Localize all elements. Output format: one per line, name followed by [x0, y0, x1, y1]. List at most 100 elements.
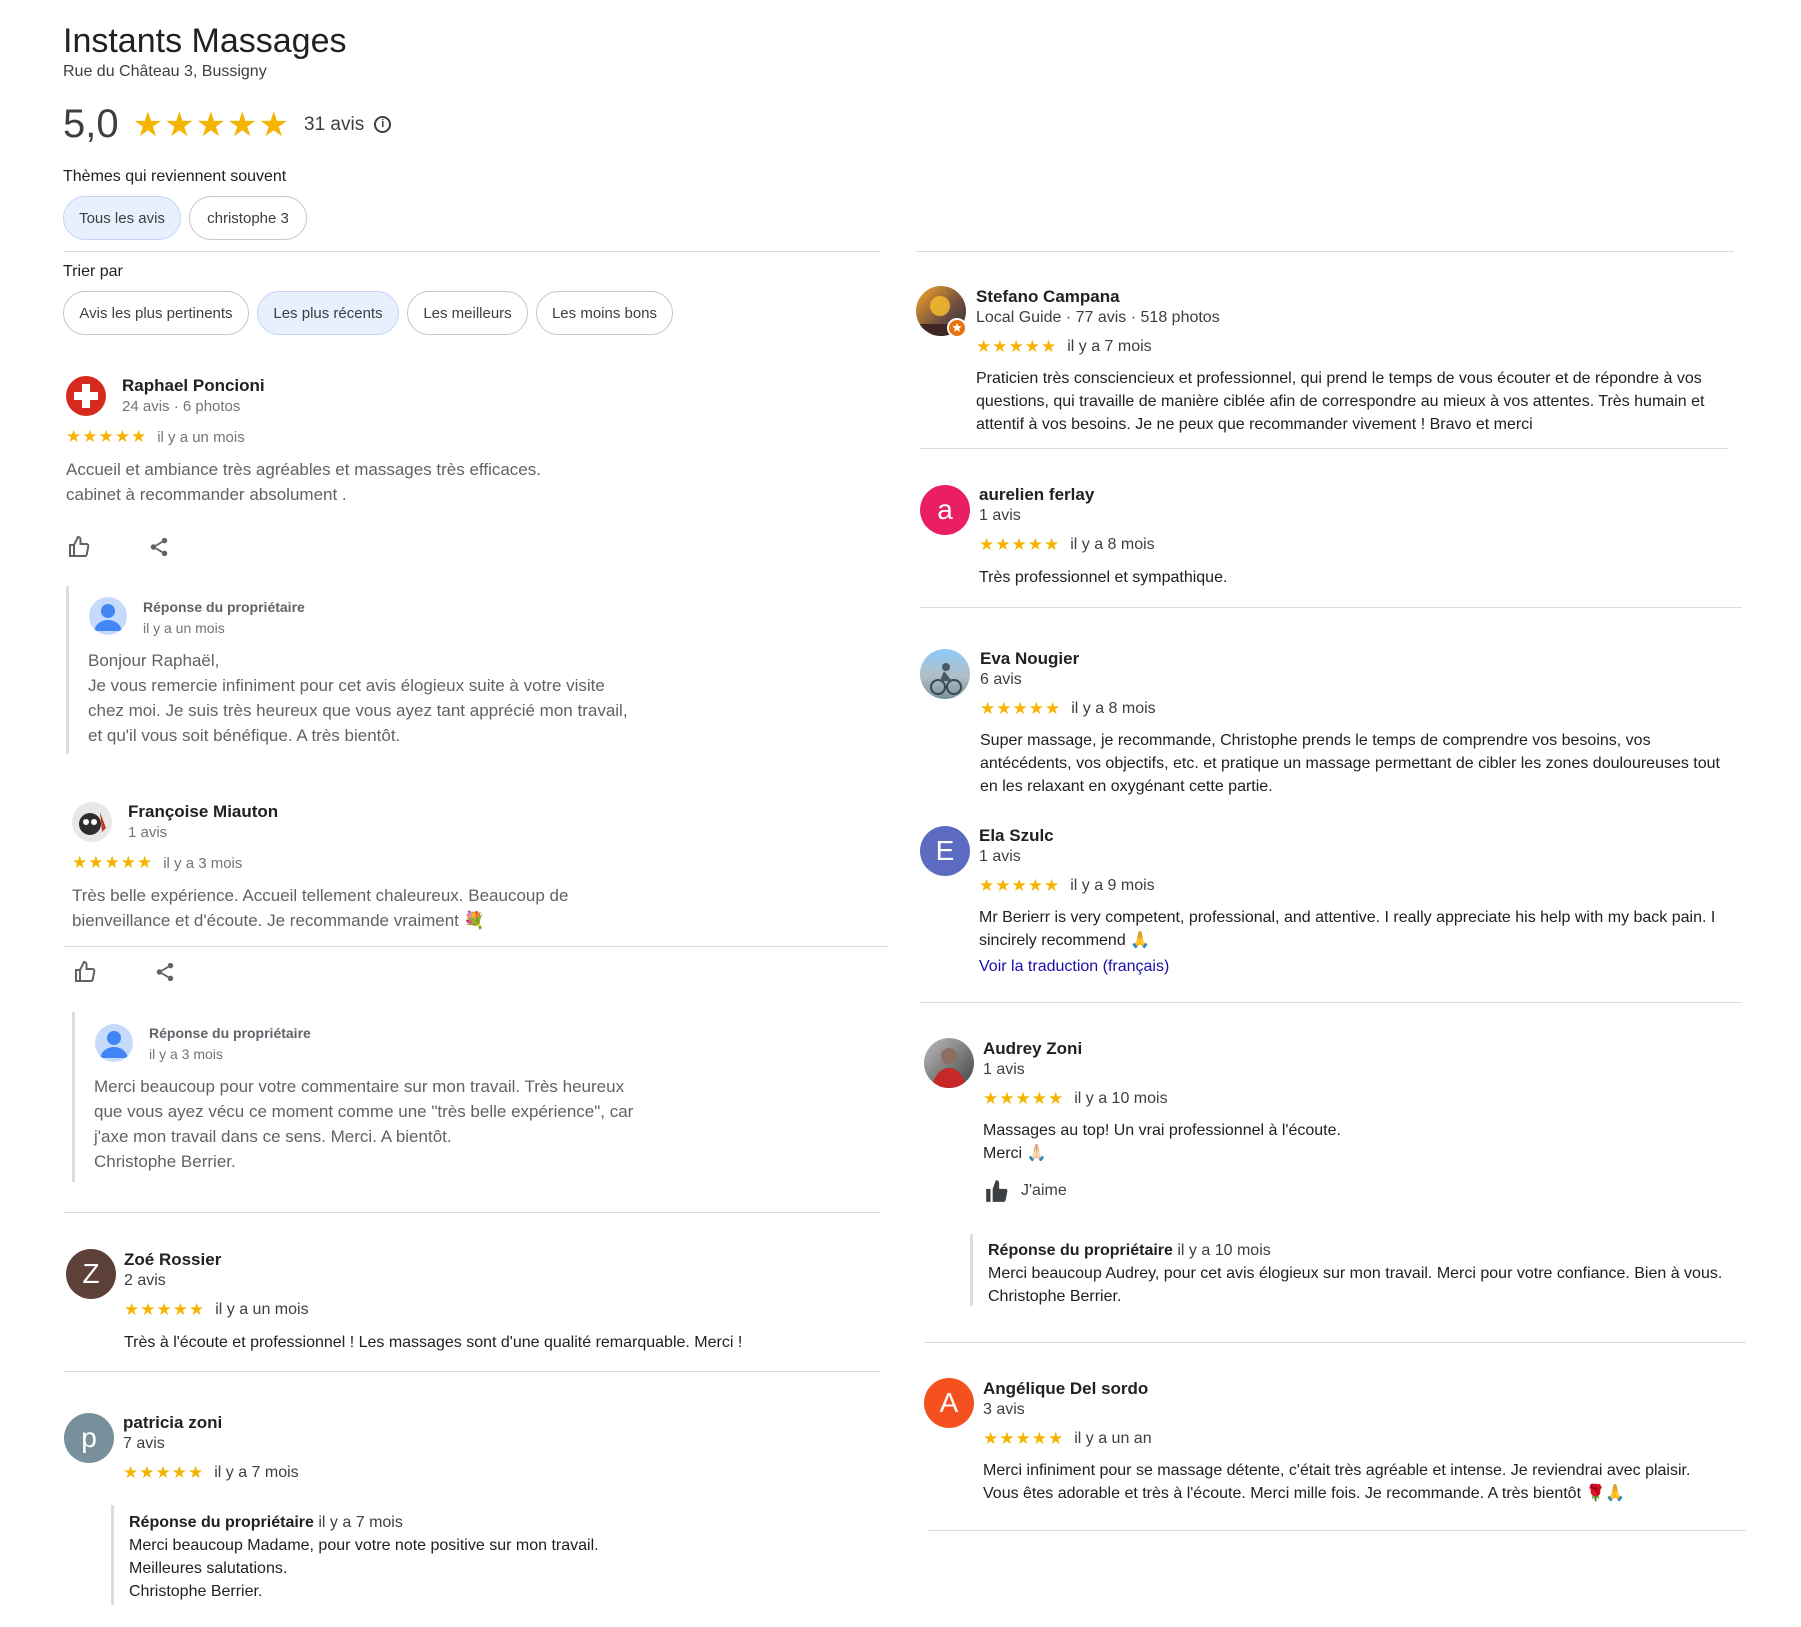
reviewer-name[interactable]: Eva Nougier — [980, 649, 1079, 669]
reviewer-name[interactable]: Stefano Campana — [976, 287, 1120, 307]
share-icon[interactable] — [152, 959, 178, 985]
review-date: il y a un an — [1074, 1430, 1152, 1447]
review-date: il y a 3 mois — [163, 854, 243, 872]
divider — [920, 607, 1742, 608]
reply-bar — [72, 1012, 75, 1182]
reply-text-line: et qu'il vous soit bénéfique. A très bie… — [88, 726, 401, 745]
review-date: il y a 8 mois — [1070, 536, 1155, 553]
owner-avatar — [95, 1024, 133, 1062]
reviewer-name[interactable]: Zoé Rossier — [124, 1250, 221, 1270]
review-rating: ★★★★★ il y a un mois — [124, 1300, 309, 1320]
divider — [63, 1212, 881, 1213]
reply-header: Réponse du propriétaire il y a 7 mois — [129, 1511, 599, 1534]
review-text: Accueil et ambiance très agréables et ma… — [66, 457, 541, 507]
reply-text: Merci beaucoup pour votre commentaire su… — [94, 1074, 633, 1174]
initial-avatar[interactable]: a — [920, 485, 970, 535]
review-text: Massages au top! Un vrai professionnel à… — [983, 1119, 1341, 1165]
review-text-line: bienveillance et d'écoute. Je recommande… — [72, 911, 485, 930]
review-stars: ★★★★★ — [976, 337, 1058, 356]
divider — [928, 1530, 1746, 1531]
reviewer-name[interactable]: aurelien ferlay — [979, 485, 1094, 505]
sort-best[interactable]: Les meilleurs — [407, 291, 528, 335]
share-icon[interactable] — [146, 534, 172, 560]
reviewer-name[interactable]: Raphael Poncioni — [122, 376, 265, 396]
chip-all-reviews[interactable]: Tous les avis — [63, 196, 181, 240]
translate-link[interactable]: Voir la traduction (français) — [979, 958, 1169, 976]
review-stars: ★★★★★ — [124, 1300, 206, 1319]
reviewer-meta: 2 avis — [124, 1272, 166, 1289]
thumbs-up-icon[interactable] — [72, 959, 98, 985]
sort-recent[interactable]: Les plus récents — [257, 291, 399, 335]
review-date: il y a 10 mois — [1074, 1090, 1168, 1107]
review-date: il y a 7 mois — [214, 1464, 299, 1481]
initial-avatar[interactable]: Z — [66, 1249, 116, 1299]
review-text-line: attentif à vos besoins. Je ne peux que r… — [976, 416, 1533, 433]
review-date: il y a 8 mois — [1071, 700, 1156, 717]
review-rating: ★★★★★ il y a 8 mois — [979, 535, 1155, 555]
reviewer-name[interactable]: Angélique Del sordo — [983, 1379, 1148, 1399]
reply-date: il y a 3 mois — [149, 1046, 223, 1062]
review-text-line: Accueil et ambiance très agréables et ma… — [66, 460, 541, 479]
reply-title: Réponse du propriétaire — [129, 1514, 314, 1531]
photo-avatar[interactable] — [924, 1038, 974, 1088]
reviewer-name[interactable]: Audrey Zoni — [983, 1039, 1082, 1059]
divider — [916, 251, 1734, 252]
info-icon[interactable]: i — [374, 116, 392, 133]
review-text-line: Merci 🙏🏻 — [983, 1145, 1047, 1162]
review-stars: ★★★★★ — [983, 1089, 1065, 1108]
review-text-line: Très à l'écoute et professionnel ! Les m… — [124, 1334, 743, 1351]
initial-avatar[interactable]: A — [924, 1378, 974, 1428]
review-date: il y a 7 mois — [1067, 338, 1152, 355]
reviewer-meta: 7 avis — [123, 1435, 165, 1452]
reply-date: il y a 7 mois — [318, 1514, 403, 1531]
divider — [920, 1002, 1742, 1003]
review-text-line: Merci infiniment pour se massage détente… — [983, 1462, 1691, 1479]
like-button[interactable]: J'aime — [983, 1178, 1067, 1204]
review-text-line: Praticien très consciencieux et professi… — [976, 370, 1702, 387]
review-rating: ★★★★★ il y a un an — [983, 1429, 1152, 1449]
reply-text-line: Christophe Berrier. — [129, 1583, 263, 1600]
review-count[interactable]: 31 avis — [304, 114, 364, 136]
review-rating: ★★★★★ il y a 8 mois — [980, 699, 1156, 719]
place-address: Rue du Château 3, Bussigny — [63, 63, 267, 80]
divider — [920, 448, 1728, 449]
reply-title: Réponse du propriétaire — [143, 599, 305, 615]
reply-text-line: que vous ayez vécu ce moment comme une "… — [94, 1102, 634, 1121]
place-title: Instants Massages — [63, 22, 347, 60]
review-rating: ★★★★★ il y a un mois — [66, 427, 245, 447]
review-date: il y a un mois — [215, 1301, 309, 1318]
reviewer-meta: 1 avis — [128, 824, 168, 841]
divider — [63, 946, 889, 947]
review-stars: ★★★★★ — [123, 1463, 205, 1482]
review-stars: ★★★★★ — [983, 1429, 1065, 1448]
reviewer-name[interactable]: Ela Szulc — [979, 826, 1054, 846]
photo-avatar[interactable] — [72, 802, 112, 842]
reply-text: Réponse du propriétaire il y a 7 mois Me… — [129, 1511, 599, 1603]
initial-avatar[interactable]: p — [64, 1413, 114, 1463]
photo-avatar[interactable] — [920, 649, 970, 699]
reviewer-name[interactable]: patricia zoni — [123, 1413, 222, 1433]
sort-relevant[interactable]: Avis les plus pertinents — [63, 291, 249, 335]
initial-avatar[interactable]: E — [920, 826, 970, 876]
chip-christophe[interactable]: christophe 3 — [189, 196, 307, 240]
rating-stars: ★★★★★ — [132, 105, 291, 144]
reviewer-name[interactable]: Françoise Miauton — [128, 802, 278, 822]
review-stars: ★★★★★ — [66, 427, 148, 446]
review-text: Mr Berierr is very competent, profession… — [979, 906, 1715, 952]
reply-date: il y a un mois — [143, 620, 225, 636]
review-rating: ★★★★★ il y a 9 mois — [979, 876, 1155, 896]
local-guide-badge-icon — [947, 318, 967, 338]
reply-text-line: Merci beaucoup pour votre commentaire su… — [94, 1077, 625, 1096]
reviewer-meta: 1 avis — [979, 507, 1021, 524]
swiss-flag-avatar[interactable] — [66, 376, 106, 416]
review-text-line: Très belle expérience. Accueil tellement… — [72, 886, 569, 905]
reply-header: Réponse du propriétaire il y a 10 mois — [988, 1239, 1722, 1262]
thumbs-up-icon[interactable] — [66, 534, 92, 560]
reply-bar — [66, 586, 69, 754]
review-stars: ★★★★★ — [72, 853, 154, 872]
review-text-line: Super massage, je recommande, Christophe… — [980, 732, 1651, 749]
sort-worst[interactable]: Les moins bons — [536, 291, 673, 335]
thumbs-up-filled-icon — [983, 1178, 1011, 1204]
review-date: il y a un mois — [157, 428, 245, 446]
reviewer-meta: 24 avis · 6 photos — [122, 398, 241, 415]
